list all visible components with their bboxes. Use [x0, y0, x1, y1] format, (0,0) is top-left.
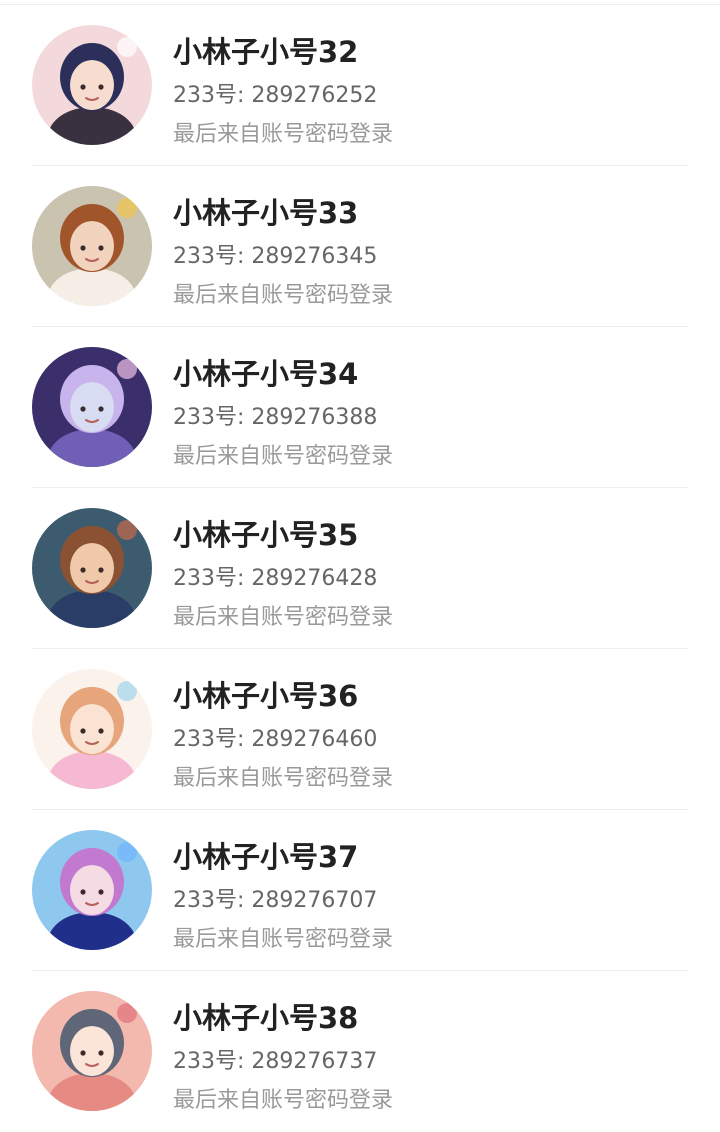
avatar-eye: [98, 406, 104, 412]
last-login-method: 最后来自账号密码登录: [173, 283, 394, 308]
avatar-illustration: [32, 991, 152, 1111]
account-uid: 233号: 289276460: [173, 727, 378, 752]
last-login-method: 最后来自账号密码登录: [173, 927, 394, 952]
avatar-face: [70, 865, 114, 915]
account-list-item[interactable]: 小林子小号38 233号: 289276737 最后来自账号密码登录: [0, 971, 720, 1132]
account-name: 小林子小号36: [173, 679, 359, 713]
avatar-eye: [80, 567, 86, 573]
account-name: 小林子小号37: [173, 840, 359, 874]
last-login-method: 最后来自账号密码登录: [173, 1088, 394, 1113]
avatar: [32, 347, 152, 467]
avatar: [32, 669, 152, 789]
avatar-eye: [98, 728, 104, 734]
avatar-illustration: [32, 25, 152, 145]
last-login-method: 最后来自账号密码登录: [173, 605, 394, 630]
account-uid: 233号: 289276252: [173, 83, 378, 108]
avatar-accent: [117, 198, 137, 218]
avatar: [32, 830, 152, 950]
account-list-item[interactable]: 小林子小号35 233号: 289276428 最后来自账号密码登录: [0, 488, 720, 649]
avatar: [32, 25, 152, 145]
account-list-item[interactable]: 小林子小号37 233号: 289276707 最后来自账号密码登录: [0, 810, 720, 971]
account-list-item[interactable]: 小林子小号32 233号: 289276252 最后来自账号密码登录: [0, 5, 720, 166]
avatar-eye: [98, 245, 104, 251]
account-uid: 233号: 289276707: [173, 888, 378, 913]
avatar-face: [70, 221, 114, 271]
avatar-eye: [80, 1050, 86, 1056]
avatar-eye: [80, 84, 86, 90]
last-login-method: 最后来自账号密码登录: [173, 766, 394, 791]
account-name: 小林子小号38: [173, 1001, 359, 1035]
account-uid: 233号: 289276388: [173, 405, 378, 430]
account-list-item[interactable]: 小林子小号36 233号: 289276460 最后来自账号密码登录: [0, 649, 720, 810]
account-uid: 233号: 289276428: [173, 566, 378, 591]
avatar-eye: [80, 728, 86, 734]
account-uid: 233号: 289276345: [173, 244, 378, 269]
avatar-accent: [117, 681, 137, 701]
avatar-illustration: [32, 347, 152, 467]
avatar-accent: [117, 359, 137, 379]
avatar-illustration: [32, 669, 152, 789]
avatar-face: [70, 543, 114, 593]
account-name: 小林子小号35: [173, 518, 359, 552]
avatar: [32, 508, 152, 628]
avatar: [32, 991, 152, 1111]
avatar-eye: [98, 567, 104, 573]
avatar-eye: [98, 84, 104, 90]
avatar-illustration: [32, 508, 152, 628]
account-name: 小林子小号34: [173, 357, 359, 391]
avatar-accent: [117, 1003, 137, 1023]
last-login-method: 最后来自账号密码登录: [173, 122, 394, 147]
avatar-accent: [117, 37, 137, 57]
avatar-face: [70, 704, 114, 754]
avatar-accent: [117, 520, 137, 540]
last-login-method: 最后来自账号密码登录: [173, 444, 394, 469]
avatar-accent: [117, 842, 137, 862]
account-list-item[interactable]: 小林子小号33 233号: 289276345 最后来自账号密码登录: [0, 166, 720, 327]
account-name: 小林子小号32: [173, 35, 359, 69]
avatar-illustration: [32, 186, 152, 306]
avatar-face: [70, 1026, 114, 1076]
avatar-face: [70, 60, 114, 110]
avatar-face: [70, 382, 114, 432]
avatar-illustration: [32, 830, 152, 950]
avatar-eye: [80, 889, 86, 895]
account-list-item[interactable]: 小林子小号34 233号: 289276388 最后来自账号密码登录: [0, 327, 720, 488]
avatar-eye: [98, 1050, 104, 1056]
avatar-eye: [80, 245, 86, 251]
avatar-eye: [98, 889, 104, 895]
avatar: [32, 186, 152, 306]
account-uid: 233号: 289276737: [173, 1049, 378, 1074]
account-list: 小林子小号32 233号: 289276252 最后来自账号密码登录 小林子小号…: [0, 5, 720, 1132]
avatar-eye: [80, 406, 86, 412]
account-name: 小林子小号33: [173, 196, 359, 230]
